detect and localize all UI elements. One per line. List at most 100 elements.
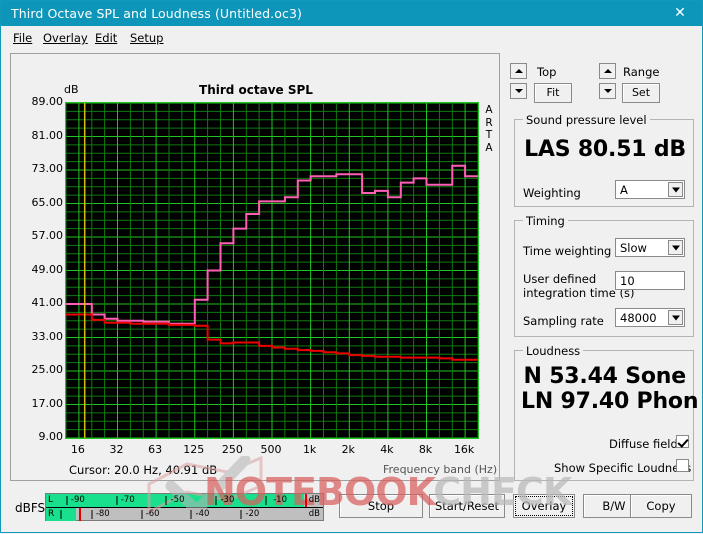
- y-axis-tick: 9.00: [38, 430, 64, 443]
- menu-item-edit[interactable]: Edit: [91, 30, 121, 46]
- chart-panel: dB Third octave SPL 89.00 81.00 73.00 65.00…: [10, 53, 500, 481]
- meter-tick-label: -80: [95, 509, 110, 519]
- range-decrease-button[interactable]: [599, 83, 616, 99]
- loudness-sone-reading: N 53.44 Sone: [523, 364, 687, 389]
- x-axis-tick: 250: [221, 443, 243, 456]
- y-axis-tick: 17.00: [31, 396, 64, 410]
- x-axis-tick: 8k: [418, 443, 433, 456]
- y-axis-tick: 81.00: [31, 128, 64, 142]
- time-weighting-value: Slow: [620, 241, 647, 255]
- chevron-down-icon: [603, 89, 612, 93]
- meter-unit-label: dB: [308, 509, 320, 519]
- cursor-readout: Cursor: 20.0 Hz, 40.91 dB: [69, 463, 218, 477]
- meter-tick-mark: [141, 510, 143, 519]
- x-axis-tick: 16k: [453, 443, 475, 456]
- x-axis-title: Frequency band (Hz): [383, 463, 498, 476]
- menu-item-file[interactable]: File: [9, 30, 36, 46]
- title-bar: Third Octave SPL and Loudness (Untitled.…: [1, 1, 702, 26]
- copy-button[interactable]: Copy: [630, 494, 692, 518]
- chart-title: Third octave SPL: [199, 83, 313, 97]
- meter-row-right: R -80 -60 -40 -20 dB: [46, 508, 323, 521]
- weighting-select[interactable]: A: [615, 180, 685, 199]
- x-axis-tick: 16: [70, 443, 85, 456]
- meter-row-left: L -90 -70 -50 -30 -10 dB: [46, 494, 323, 507]
- arta-brand-label: ARTA: [482, 104, 496, 154]
- y-axis-tick: 89.00: [31, 95, 64, 108]
- menu-item-setup[interactable]: Setup: [126, 30, 167, 46]
- top-label: Top: [537, 65, 557, 79]
- meter-tick-label: -30: [220, 495, 235, 505]
- meter-peak-indicator: [304, 494, 307, 507]
- meter-unit-label: dB: [308, 495, 320, 505]
- x-axis-tick: 125: [183, 443, 205, 456]
- meter-tick-label: -90: [70, 495, 85, 505]
- meter-tick-label: -70: [120, 495, 135, 505]
- chevron-up-icon: [603, 69, 612, 73]
- range-increase-button[interactable]: [599, 63, 616, 79]
- arta-letter: R: [485, 116, 493, 129]
- meter-tick-label: -20: [245, 509, 260, 519]
- loudness-phon-reading: LN 97.40 Phon: [521, 389, 699, 414]
- set-button[interactable]: Set: [622, 83, 660, 103]
- x-axis-tick: 4k: [380, 443, 394, 456]
- arta-letter: A: [485, 104, 493, 116]
- meter-tick-mark: [215, 496, 217, 505]
- meter-tick-mark: [66, 496, 68, 505]
- meter-channel-label: R: [48, 509, 55, 519]
- timing-group-title: Timing: [523, 214, 568, 228]
- x-axis-tick: 63: [148, 443, 163, 456]
- sampling-rate-label: Sampling rate: [523, 314, 604, 328]
- chevron-down-icon[interactable]: [668, 240, 683, 255]
- chevron-down-icon[interactable]: [668, 310, 683, 325]
- integration-time-label-line1: User defined: [523, 272, 597, 286]
- meter-peak-indicator: [79, 508, 82, 521]
- menu-item-overlay[interactable]: Overlay: [39, 30, 92, 46]
- close-icon[interactable]: ✕: [658, 1, 702, 26]
- meter-channel-label: L: [48, 495, 54, 505]
- arta-letter: T: [485, 129, 493, 141]
- top-decrease-button[interactable]: [510, 83, 527, 99]
- range-label: Range: [623, 65, 660, 79]
- spl-reading: LAS 80.51 dB: [524, 137, 686, 162]
- x-axis-tick: 2k: [341, 443, 355, 456]
- dbfs-label: dBFS: [15, 501, 46, 515]
- window-title: Third Octave SPL and Loudness (Untitled.…: [11, 6, 302, 21]
- meter-tick-mark: [60, 510, 62, 519]
- dbfs-meters: L -90 -70 -50 -30 -10 dB R -80 -60 -40 -20 dB: [45, 493, 324, 521]
- chevron-up-icon: [514, 69, 523, 73]
- arta-letter: A: [485, 141, 493, 154]
- y-axis-tick: 57.00: [31, 229, 64, 242]
- meter-tick-mark: [116, 496, 118, 505]
- weighting-label: Weighting: [523, 186, 581, 200]
- y-axis-tick: 25.00: [31, 363, 64, 376]
- integration-time-input[interactable]: 10: [615, 271, 685, 290]
- specific-loudness-checkbox[interactable]: [676, 459, 689, 472]
- overlay-button-label: Overlay: [515, 496, 573, 516]
- diffuse-field-label: Diffuse field: [609, 437, 678, 451]
- chevron-down-icon[interactable]: [668, 182, 683, 197]
- fit-button[interactable]: Fit: [534, 83, 572, 103]
- meter-tick-mark: [91, 510, 93, 519]
- meter-tick-mark: [240, 510, 242, 519]
- integration-time-value: 10: [620, 274, 635, 288]
- application-window: Third Octave SPL and Loudness (Untitled.…: [0, 0, 703, 533]
- top-increase-button[interactable]: [510, 63, 527, 79]
- y-axis-tick: 73.00: [31, 162, 64, 175]
- start-reset-button[interactable]: Start/Reset: [429, 494, 505, 518]
- loudness-group-title: Loudness: [523, 344, 584, 358]
- meter-tick-label: -50: [170, 495, 185, 505]
- x-axis-tick: 32: [109, 443, 124, 456]
- meter-tick-mark: [265, 496, 267, 505]
- sampling-rate-select[interactable]: 48000: [615, 308, 685, 327]
- overlay-button[interactable]: Overlay: [513, 494, 575, 518]
- chevron-down-icon: [514, 89, 523, 93]
- spl-plot-area[interactable]: [65, 102, 479, 439]
- y-axis-tick: 49.00: [31, 262, 64, 276]
- diffuse-field-checkbox[interactable]: [676, 435, 689, 448]
- x-axis-tick: 500: [260, 443, 282, 456]
- stop-button[interactable]: Stop: [339, 494, 423, 518]
- meter-tick-label: -60: [145, 509, 160, 519]
- y-axis-tick: 65.00: [31, 195, 64, 209]
- time-weighting-select[interactable]: Slow: [615, 238, 685, 257]
- sampling-rate-value: 48000: [620, 311, 657, 325]
